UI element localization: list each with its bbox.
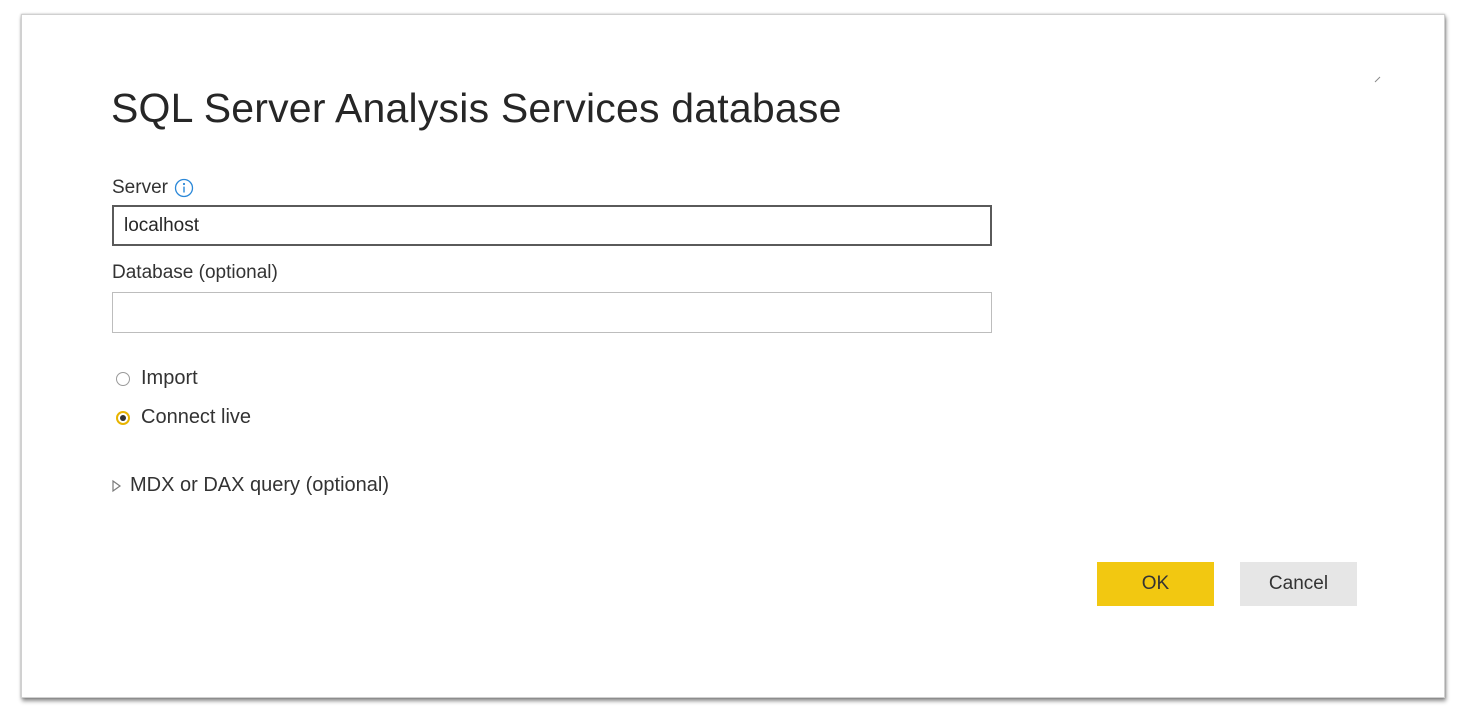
triangle-right-icon[interactable] [111,479,123,493]
dialog: SQL Server Analysis Services database Se… [21,14,1445,698]
info-icon[interactable] [174,178,194,198]
radio-import[interactable]: Import [116,367,198,390]
ok-button[interactable]: OK [1097,562,1214,606]
radio-unchecked-icon[interactable] [116,371,130,386]
cancel-button[interactable]: Cancel [1240,562,1357,606]
radio-checked-icon[interactable] [116,410,130,425]
mdx-dax-query-expander[interactable]: MDX or DAX query (optional) [111,474,389,497]
server-input[interactable] [112,205,992,246]
close-icon[interactable] [1374,75,1382,83]
server-label-row: Server [112,177,194,199]
database-label: Database (optional) [112,262,278,283]
radio-connect-live-label: Connect live [141,406,252,428]
mdx-dax-query-label: MDX or DAX query (optional) [130,474,389,496]
server-label: Server [112,177,168,198]
dialog-title: SQL Server Analysis Services database [111,85,842,131]
radio-connect-live[interactable]: Connect live [116,406,251,429]
database-input[interactable] [112,292,992,333]
radio-import-label: Import [141,367,198,389]
